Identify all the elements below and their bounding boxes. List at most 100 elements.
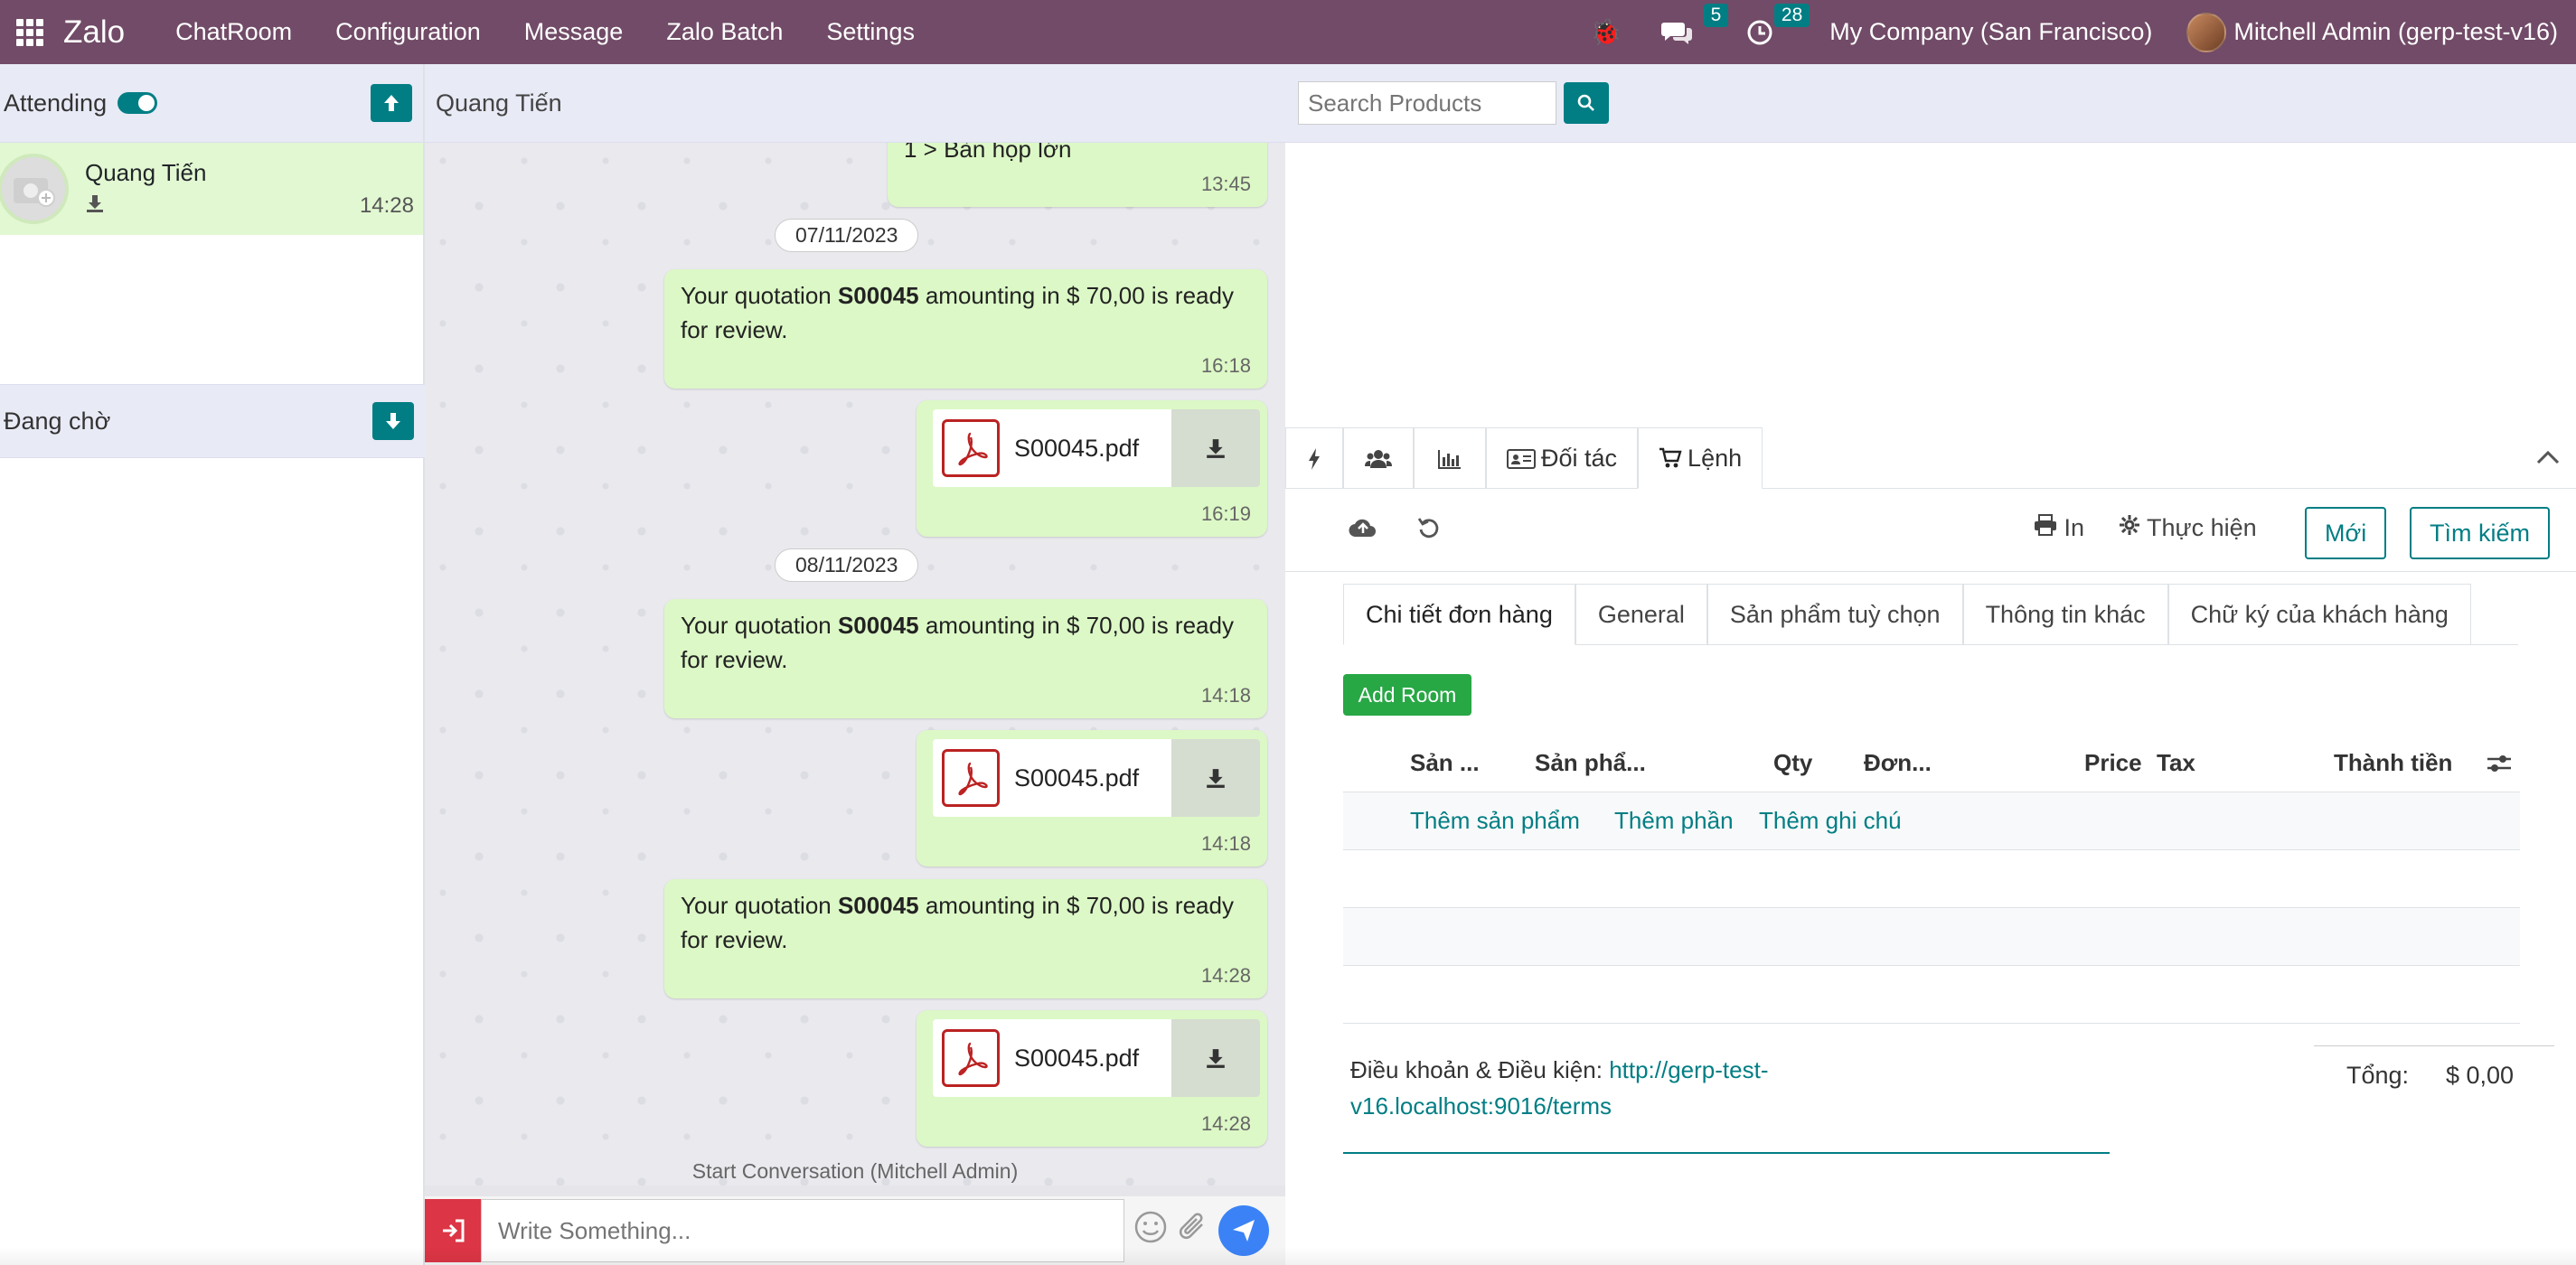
menu-chatroom[interactable]: ChatRoom [175, 18, 292, 46]
menu-settings[interactable]: Settings [826, 18, 915, 46]
message-bubble: Your quotation S00045 amounting in $ 70,… [664, 269, 1267, 389]
column-header[interactable]: Qty [1773, 749, 1812, 777]
lightning-icon [1309, 447, 1320, 470]
total-label: Tổng: [2346, 1062, 2410, 1089]
chat-title: Quang Tiến [425, 64, 1285, 143]
user-menu[interactable]: Mitchell Admin (gerp-test-v16) [2186, 12, 2558, 52]
file-bubble: S00045.pdf 14:18 [917, 730, 1267, 867]
arrow-down-icon [386, 413, 400, 429]
tab-optional-products[interactable]: Sản phẩm tuỳ chọn [1706, 584, 1963, 645]
message-time: 14:28 [1200, 1112, 1251, 1135]
download-icon [1207, 1049, 1225, 1068]
message-time: 14:18 [1200, 832, 1251, 855]
column-header[interactable]: Sản phẩ... [1535, 749, 1646, 777]
message-time: 16:18 [1200, 354, 1251, 377]
tab-customer-signature[interactable]: Chữ ký của khách hàng [2167, 584, 2471, 645]
date-separator: 08/11/2023 [775, 548, 919, 582]
date-separator: 07/11/2023 [775, 219, 919, 252]
attachment-paperclip-icon[interactable] [1177, 1210, 1209, 1252]
bottom-edge [0, 1247, 2576, 1265]
print-button[interactable]: In [2034, 514, 2084, 542]
pdf-attachment[interactable]: S00045.pdf [933, 739, 1260, 817]
new-button[interactable]: Mới [2305, 507, 2387, 559]
cloud-upload-icon[interactable] [1349, 516, 1377, 545]
add-product-link[interactable]: Thêm sản phẩm [1410, 807, 1580, 835]
waiting-header: Đang chờ [0, 384, 425, 458]
menu-configuration[interactable]: Configuration [335, 18, 481, 46]
pdf-attachment[interactable]: S00045.pdf [933, 409, 1260, 487]
attending-label: Attending [4, 89, 108, 117]
menu-message[interactable]: Message [524, 18, 624, 46]
add-note-link[interactable]: Thêm ghi chú [1759, 807, 1902, 835]
download-icon [1207, 769, 1225, 788]
download-button[interactable] [1171, 739, 1260, 817]
bar-chart-icon [1438, 449, 1461, 469]
message-bubble: Your quotation S00045 amounting in $ 70,… [664, 599, 1267, 718]
terms-field[interactable]: Điều khoản & Điều kiện: http://gerp-test… [1350, 1052, 1784, 1124]
pdf-file-name: S00045.pdf [1014, 1045, 1140, 1072]
tab-order-lines[interactable]: Chi tiết đơn hàng [1343, 584, 1575, 645]
product-search-button[interactable] [1564, 82, 1609, 124]
action-label: Thực hiện [2147, 514, 2257, 541]
debug-bug-icon[interactable]: 🐞 [1590, 17, 1622, 47]
message-text: Your quotation S00045 amounting in $ 70,… [681, 282, 1234, 343]
action-button[interactable]: Thực hiện [2119, 514, 2257, 542]
attending-header: Attending [0, 64, 423, 143]
tab-users[interactable] [1343, 427, 1414, 489]
scroll-down-button[interactable] [372, 402, 414, 440]
chat-messages[interactable]: 1 > Bàn họp lớn 13:45 07/11/2023 Your qu… [425, 125, 1285, 1185]
form-tabs: Chi tiết đơn hàng General Sản phẩm tuỳ c… [1343, 584, 2471, 645]
emoji-icon[interactable] [1133, 1210, 1168, 1252]
file-bubble: S00045.pdf 14:28 [917, 1010, 1267, 1147]
app-brand[interactable]: Zalo [63, 14, 125, 51]
scroll-up-button[interactable] [371, 84, 412, 122]
activities-clock-icon[interactable]: 28 [1746, 3, 1810, 46]
activities-badge: 28 [1773, 3, 1810, 27]
pdf-file-icon [942, 1029, 1000, 1087]
sign-out-icon [443, 1219, 465, 1242]
add-room-button[interactable]: Add Room [1343, 674, 1471, 716]
user-avatar [2186, 12, 2227, 52]
download-button[interactable] [1171, 409, 1260, 487]
add-section-link[interactable]: Thêm phần [1614, 807, 1734, 835]
order-toolbar: In Thực hiện Mới Tìm kiếm [1285, 489, 2576, 572]
menu-zalo-batch[interactable]: Zalo Batch [666, 18, 783, 46]
tab-order-label: Lệnh [1688, 444, 1743, 472]
optional-columns-icon[interactable] [2486, 753, 2513, 781]
download-button[interactable] [1171, 1019, 1260, 1097]
column-header[interactable]: Price [2084, 749, 2142, 777]
app-grid-icon[interactable] [16, 18, 43, 46]
messages-icon[interactable]: 5 [1661, 3, 1729, 46]
column-header[interactable]: Đơn... [1864, 749, 1932, 777]
message-time: 13:45 [1200, 173, 1251, 195]
reset-undo-icon[interactable] [1417, 516, 1441, 546]
total-amount: $ 0,00 [2446, 1062, 2515, 1089]
search-button[interactable]: Tìm kiếm [2410, 507, 2550, 559]
table-row: Thêm sản phẩm Thêm phần Thêm ghi chú [1343, 792, 2520, 850]
message-time: 16:19 [1200, 502, 1251, 525]
arrow-up-icon [384, 95, 399, 111]
tab-quick-actions[interactable] [1285, 427, 1343, 489]
product-search-input[interactable] [1298, 81, 1556, 125]
order-lines-header: Sản ... Sản phẩ... Qty Đơn... Price Tax … [1343, 733, 2520, 792]
tab-general[interactable]: General [1575, 584, 1707, 645]
conversation-item[interactable]: Quang Tiến 14:28 [0, 143, 423, 235]
collapse-chevron-icon[interactable] [2536, 442, 2560, 471]
column-header[interactable]: Tax [2157, 749, 2195, 777]
pdf-attachment[interactable]: S00045.pdf [933, 1019, 1260, 1097]
pdf-file-icon [942, 749, 1000, 807]
tab-order[interactable]: Lệnh [1638, 427, 1763, 489]
company-switcher[interactable]: My Company (San Francisco) [1829, 18, 2152, 46]
print-label: In [2064, 514, 2085, 541]
column-header[interactable]: Sản ... [1410, 749, 1480, 777]
column-header[interactable]: Thành tiền [2334, 749, 2452, 777]
table-row [1343, 850, 2520, 908]
start-conversation-note: Start Conversation (Mitchell Admin) [691, 1159, 1019, 1183]
camera-placeholder-icon [0, 154, 69, 224]
attending-toggle[interactable] [118, 92, 158, 114]
tab-partner[interactable]: Đối tác [1486, 427, 1639, 489]
product-search-bar [1285, 64, 2576, 143]
tab-reports[interactable] [1414, 427, 1486, 489]
message-time: 14:28 [1200, 964, 1251, 987]
tab-other-info[interactable]: Thông tin khác [1962, 584, 2168, 645]
